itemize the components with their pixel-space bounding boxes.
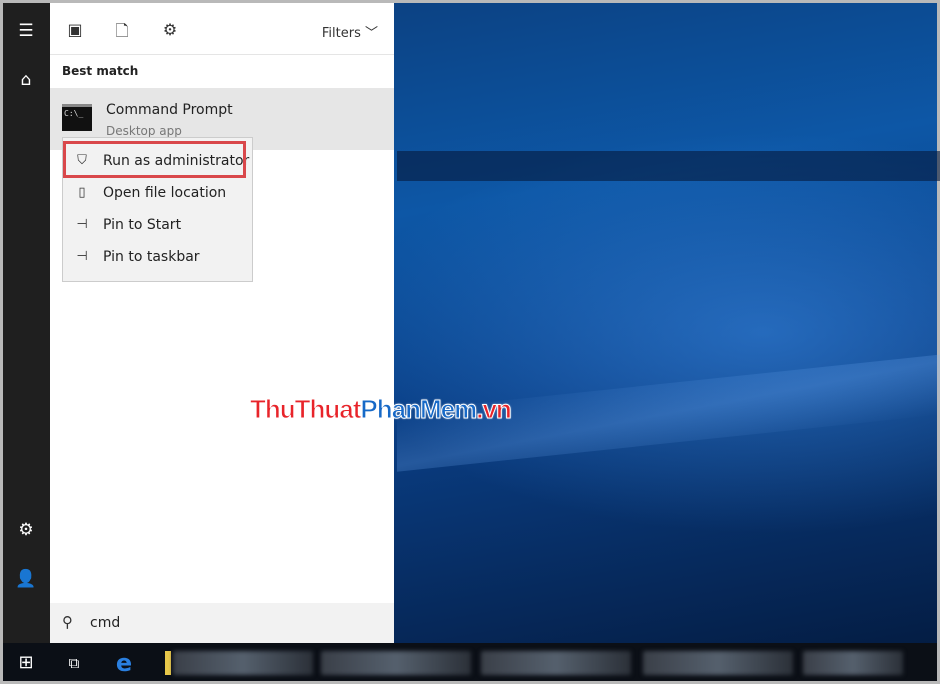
- documents-icon[interactable]: 🗋: [110, 20, 134, 42]
- settings-icon[interactable]: ⚙: [158, 20, 182, 42]
- task-view-icon[interactable]: ⧉: [61, 648, 87, 678]
- menu-item-pin-to-start[interactable]: ⊣ Pin to Start: [63, 210, 252, 242]
- search-box[interactable]: ⚲ cmd: [50, 603, 394, 643]
- start-rail: ☰ ⌂ ⚙ 👤: [3, 3, 50, 643]
- highlight-box: [63, 141, 246, 178]
- taskbar-app[interactable]: [173, 651, 313, 675]
- watermark-logo: ThuThuatPhanMem.vn: [249, 394, 512, 425]
- result-title: Command Prompt: [106, 102, 233, 118]
- menu-item-pin-to-taskbar[interactable]: ⊣ Pin to taskbar: [63, 242, 252, 274]
- search-icon: ⚲: [62, 613, 73, 631]
- apps-icon[interactable]: ▣: [63, 20, 87, 42]
- taskbar-app[interactable]: [803, 651, 903, 675]
- home-icon[interactable]: ⌂: [15, 69, 37, 91]
- windows-start-icon[interactable]: ⊞: [13, 648, 39, 678]
- chevron-down-icon: ﹀: [364, 26, 378, 41]
- search-panel: ▣ 🗋 ⚙ Filters ﹀ Best match C:\_ Command …: [50, 3, 394, 643]
- folder-open-icon: ▯: [78, 185, 86, 200]
- divider: [50, 54, 394, 55]
- taskbar: ⊞ ⧉ e: [3, 643, 937, 681]
- menu-item-open-file-location[interactable]: ▯ Open file location: [63, 178, 252, 210]
- taskbar-app[interactable]: [321, 651, 471, 675]
- context-menu: ⛉ Run as administrator ▯ Open file locatio…: [62, 137, 253, 282]
- command-prompt-icon: C:\_: [62, 104, 92, 131]
- user-icon[interactable]: 👤: [15, 568, 37, 590]
- hamburger-menu-icon[interactable]: ☰: [15, 20, 37, 42]
- taskbar-app[interactable]: [481, 651, 631, 675]
- section-title: Best match: [62, 64, 139, 78]
- search-input[interactable]: cmd: [90, 615, 120, 631]
- result-subtitle: Desktop app: [106, 124, 182, 138]
- pin-icon: ⊣: [76, 217, 88, 232]
- filters-button[interactable]: Filters ﹀: [322, 22, 378, 41]
- settings-icon[interactable]: ⚙: [15, 519, 37, 541]
- edge-icon[interactable]: e: [111, 648, 137, 678]
- file-explorer-icon[interactable]: [165, 651, 171, 675]
- pin-icon: ⊣: [76, 249, 88, 264]
- taskbar-app[interactable]: [643, 651, 793, 675]
